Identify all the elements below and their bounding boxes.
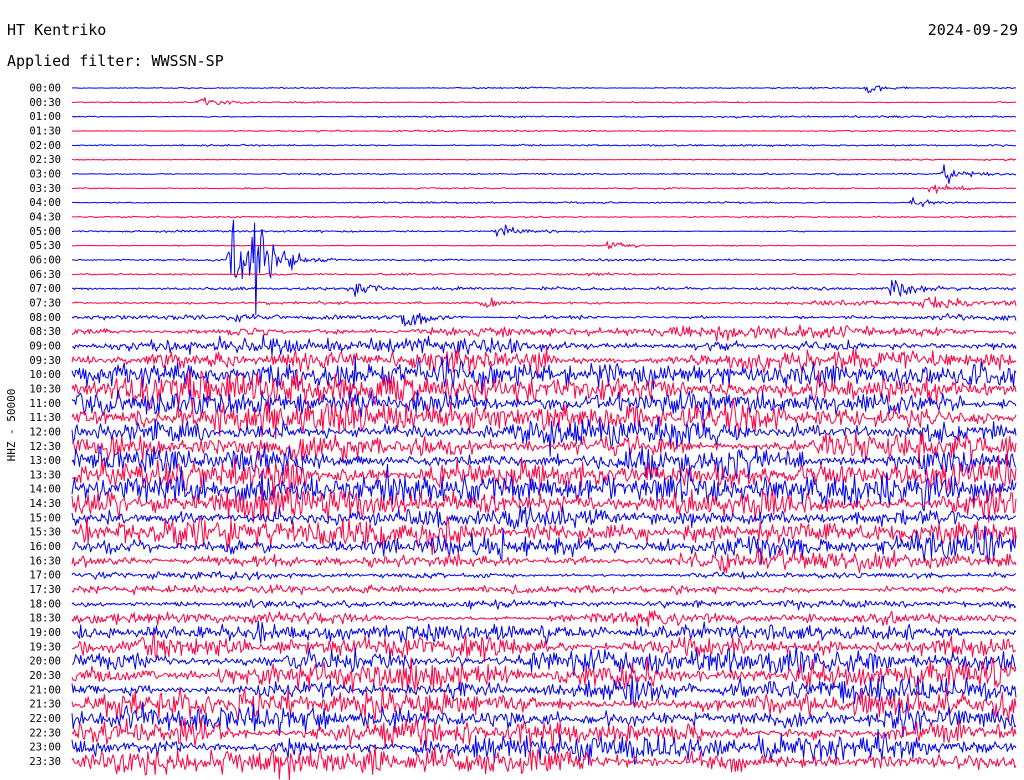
row-label-0630: 06:30 bbox=[29, 269, 61, 281]
row-label-0800: 08:00 bbox=[29, 312, 61, 324]
trace-0630 bbox=[71, 272, 1017, 277]
trace-0730 bbox=[71, 296, 1017, 309]
trace-0130 bbox=[71, 129, 1017, 133]
trace-1500 bbox=[71, 505, 1017, 530]
row-label-1400: 14:00 bbox=[29, 484, 61, 496]
row-label-0830: 08:30 bbox=[29, 326, 61, 338]
row-label-1930: 19:30 bbox=[29, 641, 61, 653]
trace-1700 bbox=[71, 570, 1017, 581]
trace-0500 bbox=[71, 224, 1016, 237]
trace-0400 bbox=[71, 197, 1017, 208]
row-time-labels: 00:00 00:30 01:00 01:30 02:00 02:30 03:00 03:30… bbox=[29, 83, 61, 769]
row-label-0130: 01:30 bbox=[29, 125, 61, 137]
row-label-0700: 07:00 bbox=[29, 283, 61, 295]
trace-0530 bbox=[72, 241, 1017, 250]
row-label-0230: 02:30 bbox=[29, 154, 61, 166]
row-label-0430: 04:30 bbox=[29, 211, 61, 223]
trace-1230 bbox=[71, 431, 1017, 470]
seismogram-traces bbox=[71, 85, 1017, 780]
row-label-0930: 09:30 bbox=[29, 355, 61, 367]
trace-0800 bbox=[71, 312, 1017, 327]
row-label-1700: 17:00 bbox=[29, 570, 61, 582]
row-label-1800: 18:00 bbox=[29, 598, 61, 610]
row-label-0400: 04:00 bbox=[29, 197, 61, 209]
row-label-0330: 03:30 bbox=[29, 183, 61, 195]
row-label-1830: 18:30 bbox=[29, 613, 61, 625]
trace-0230 bbox=[71, 158, 1016, 162]
trace-1100 bbox=[71, 389, 1017, 421]
seismogram-plot: 00:00 00:30 01:00 01:30 02:00 02:30 03:00 03:30… bbox=[29, 83, 1017, 780]
row-label-1600: 16:00 bbox=[29, 541, 61, 553]
row-label-2300: 23:00 bbox=[29, 742, 61, 754]
row-label-0200: 02:00 bbox=[29, 140, 61, 152]
trace-0600 bbox=[72, 219, 1017, 316]
trace-0900 bbox=[71, 334, 1017, 357]
trace-1800 bbox=[71, 598, 1017, 611]
row-label-1230: 12:30 bbox=[29, 441, 61, 453]
trace-1900 bbox=[71, 620, 1017, 645]
row-label-2100: 21:00 bbox=[29, 684, 61, 696]
row-label-1130: 11:30 bbox=[29, 412, 61, 424]
trace-0830 bbox=[71, 324, 1017, 342]
row-label-1630: 16:30 bbox=[29, 555, 61, 567]
trace-1130 bbox=[71, 397, 1017, 440]
trace-1830 bbox=[71, 610, 1017, 628]
row-label-0000: 00:00 bbox=[29, 83, 61, 95]
row-label-2000: 20:00 bbox=[29, 656, 61, 668]
row-label-0030: 00:30 bbox=[29, 97, 61, 109]
row-label-1500: 15:00 bbox=[29, 512, 61, 524]
row-label-0730: 07:30 bbox=[29, 297, 61, 309]
trace-1730 bbox=[71, 584, 1017, 596]
row-label-0530: 05:30 bbox=[29, 240, 61, 252]
row-label-1100: 11:00 bbox=[29, 398, 61, 410]
row-label-1900: 19:00 bbox=[29, 627, 61, 639]
row-label-1330: 13:30 bbox=[29, 469, 61, 481]
trace-2330 bbox=[71, 745, 1017, 780]
trace-0300 bbox=[71, 164, 1017, 184]
row-label-2330: 23:30 bbox=[29, 756, 61, 768]
trace-0030 bbox=[72, 97, 1017, 106]
row-label-2230: 22:30 bbox=[29, 727, 61, 739]
trace-1530 bbox=[71, 515, 1017, 556]
trace-1630 bbox=[71, 546, 1017, 574]
trace-0000 bbox=[71, 85, 1017, 94]
row-label-1730: 17:30 bbox=[29, 584, 61, 596]
trace-0430 bbox=[71, 215, 1017, 219]
trace-0100 bbox=[71, 115, 1017, 119]
row-label-1430: 14:30 bbox=[29, 498, 61, 510]
row-label-0600: 06:00 bbox=[29, 254, 61, 266]
trace-0700 bbox=[71, 279, 1017, 297]
row-label-1030: 10:30 bbox=[29, 383, 61, 395]
row-label-1200: 12:00 bbox=[29, 426, 61, 438]
row-label-2130: 21:30 bbox=[29, 699, 61, 711]
row-label-2030: 20:30 bbox=[29, 670, 61, 682]
row-label-1000: 10:00 bbox=[29, 369, 61, 381]
row-label-1300: 13:00 bbox=[29, 455, 61, 467]
row-label-0500: 05:00 bbox=[29, 226, 61, 238]
row-label-1530: 15:30 bbox=[29, 527, 61, 539]
row-label-0100: 01:00 bbox=[29, 111, 61, 123]
row-label-0900: 09:00 bbox=[29, 340, 61, 352]
trace-0330 bbox=[71, 184, 1017, 194]
row-label-0300: 03:00 bbox=[29, 168, 61, 180]
row-label-2200: 22:00 bbox=[29, 713, 61, 725]
trace-0200 bbox=[71, 143, 1017, 148]
